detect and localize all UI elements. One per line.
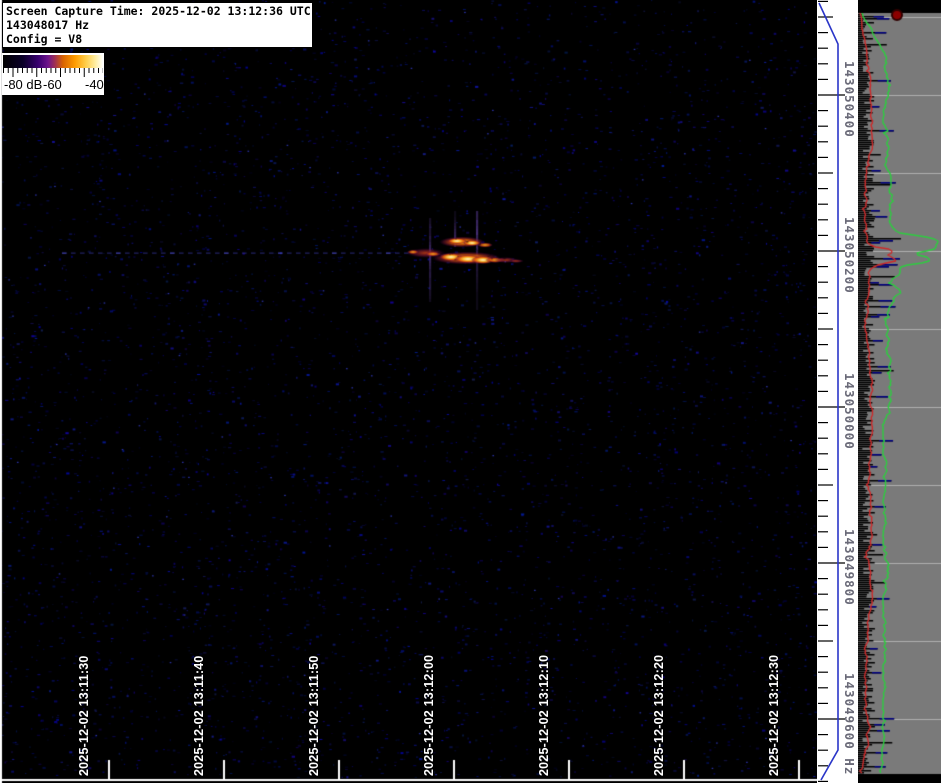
time-label: 2025-12-02 13:12:00 <box>422 655 436 776</box>
frequency-label: 143050400 <box>842 61 857 138</box>
frequency-label: 143050200 <box>842 217 857 294</box>
frequency-ruler: 143050400 143050200 143050000 143049800 1430… <box>817 0 858 783</box>
time-label: 2025-12-02 13:12:10 <box>537 655 551 776</box>
colorbar-label-mid: -60 <box>43 77 62 92</box>
colorbar-label-min: -80 dB <box>4 77 42 92</box>
colorbar-gradient <box>3 55 103 68</box>
capture-info-box: Screen Capture Time: 2025-12-02 13:12:36… <box>2 2 313 48</box>
capture-time-text: Screen Capture Time: 2025-12-02 13:12:36… <box>6 4 312 18</box>
time-label: 2025-12-02 13:11:40 <box>192 655 206 776</box>
spectrum-capture-window: 2025-12-02 13:11:30 2025-12-02 13:11:40 20… <box>0 0 941 783</box>
spectrum-graph <box>858 0 941 783</box>
time-label: 2025-12-02 13:11:30 <box>77 655 91 776</box>
center-frequency-text: 143048017 Hz <box>6 18 312 32</box>
time-label: 2025-12-02 13:12:30 <box>767 655 781 776</box>
frequency-label: 143049600 Hz <box>842 673 857 775</box>
frequency-label: 143049800 <box>842 529 857 606</box>
colorbar-label-max: -40 <box>85 77 104 92</box>
waterfall-display <box>0 0 817 783</box>
frequency-label: 143050000 <box>842 373 857 450</box>
time-label: 2025-12-02 13:11:50 <box>307 655 321 776</box>
colorbar-ticks-icon <box>3 68 103 77</box>
amplitude-colorbar: -80 dB -60 -40 <box>2 53 104 95</box>
config-text: Config = V8 <box>6 32 312 46</box>
time-label: 2025-12-02 13:12:20 <box>652 655 666 776</box>
